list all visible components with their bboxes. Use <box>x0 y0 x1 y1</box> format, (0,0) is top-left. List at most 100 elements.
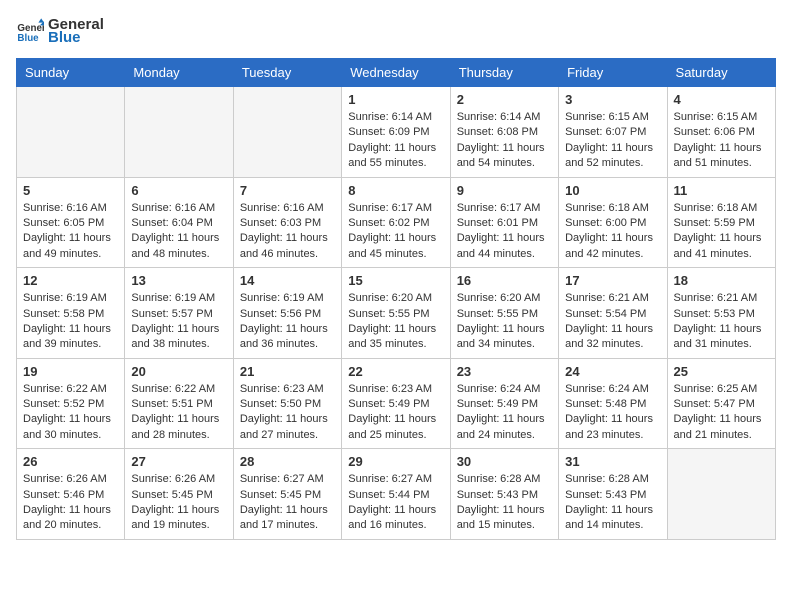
calendar-cell: 20Sunrise: 6:22 AMSunset: 5:51 PMDayligh… <box>125 358 233 449</box>
calendar-cell: 6 Sunrise: 6:16 AMSunset: 6:04 PMDaylight… <box>125 177 233 268</box>
day-number: 13 <box>131 273 226 288</box>
calendar-cell: 16Sunrise: 6:20 AMSunset: 5:55 PMDayligh… <box>450 268 558 359</box>
day-info: Sunrise: 6:24 AMSunset: 5:48 PMDaylight:… <box>565 382 660 444</box>
day-number: 15 <box>348 273 443 288</box>
day-number: 19 <box>23 364 118 379</box>
calendar: SundayMondayTuesdayWednesdayThursdayFrid… <box>16 58 776 540</box>
day-number: 28 <box>240 454 335 469</box>
week-row-5: 26 Sunrise: 6:26 AMSunset: 5:46 PMDayligh… <box>17 449 776 540</box>
day-info: Sunrise: 6:26 AMSunset: 5:46 PMDaylight:… <box>23 472 118 534</box>
day-info: Sunrise: 6:17 AMSunset: 6:02 PMDaylight:… <box>348 201 443 263</box>
day-number: 16 <box>457 273 552 288</box>
week-row-4: 19 Sunrise: 6:22 AMSunset: 5:52 PMDayligh… <box>17 358 776 449</box>
day-number: 11 <box>674 183 769 198</box>
day-number: 22 <box>348 364 443 379</box>
calendar-cell: 1 Sunrise: 6:14 AMSunset: 6:09 PMDaylight… <box>342 87 450 178</box>
calendar-cell: 12 Sunrise: 6:19 AMSunset: 5:58 PMDayligh… <box>17 268 125 359</box>
day-header-saturday: Saturday <box>667 59 775 87</box>
day-number: 1 <box>348 92 443 107</box>
day-info: Sunrise: 6:14 AMSunset: 6:09 PMDaylight:… <box>348 110 443 172</box>
day-number: 30 <box>457 454 552 469</box>
day-header-friday: Friday <box>559 59 667 87</box>
day-number: 24 <box>565 364 660 379</box>
day-number: 7 <box>240 183 335 198</box>
day-info: Sunrise: 6:23 AMSunset: 5:50 PMDaylight:… <box>240 382 335 444</box>
day-info: Sunrise: 6:18 AMSunset: 5:59 PMDaylight:… <box>674 201 769 263</box>
day-header-thursday: Thursday <box>450 59 558 87</box>
calendar-cell: 2Sunrise: 6:14 AMSunset: 6:08 PMDaylight… <box>450 87 558 178</box>
day-info: Sunrise: 6:25 AMSunset: 5:47 PMDaylight:… <box>674 382 769 444</box>
logo-icon: General Blue <box>16 17 44 45</box>
calendar-cell: 24 Sunrise: 6:24 AMSunset: 5:48 PMDayligh… <box>559 358 667 449</box>
calendar-cell: 22 Sunrise: 6:23 AMSunset: 5:49 PMDayligh… <box>342 358 450 449</box>
calendar-cell <box>667 449 775 540</box>
calendar-cell: 30 Sunrise: 6:28 AMSunset: 5:43 PMDayligh… <box>450 449 558 540</box>
calendar-cell: 17 Sunrise: 6:21 AMSunset: 5:54 PMDayligh… <box>559 268 667 359</box>
day-number: 2 <box>457 92 552 107</box>
calendar-cell: 18Sunrise: 6:21 AMSunset: 5:53 PMDayligh… <box>667 268 775 359</box>
day-info: Sunrise: 6:21 AMSunset: 5:54 PMDaylight:… <box>565 291 660 353</box>
day-headers-row: SundayMondayTuesdayWednesdayThursdayFrid… <box>17 59 776 87</box>
day-info: Sunrise: 6:19 AMSunset: 5:57 PMDaylight:… <box>131 291 226 353</box>
day-info: Sunrise: 6:16 AMSunset: 6:05 PMDaylight:… <box>23 201 118 263</box>
day-number: 8 <box>348 183 443 198</box>
logo: General Blue General Blue <box>16 16 104 46</box>
day-number: 31 <box>565 454 660 469</box>
calendar-cell <box>17 87 125 178</box>
calendar-cell: 11 Sunrise: 6:18 AMSunset: 5:59 PMDayligh… <box>667 177 775 268</box>
day-header-sunday: Sunday <box>17 59 125 87</box>
day-info: Sunrise: 6:17 AMSunset: 6:01 PMDaylight:… <box>457 201 552 263</box>
day-number: 25 <box>674 364 769 379</box>
day-info: Sunrise: 6:16 AMSunset: 6:03 PMDaylight:… <box>240 201 335 263</box>
calendar-cell: 7 Sunrise: 6:16 AMSunset: 6:03 PMDaylight… <box>233 177 341 268</box>
day-info: Sunrise: 6:23 AMSunset: 5:49 PMDaylight:… <box>348 382 443 444</box>
week-row-2: 5Sunrise: 6:16 AMSunset: 6:05 PMDaylight… <box>17 177 776 268</box>
calendar-cell <box>125 87 233 178</box>
calendar-cell: 3 Sunrise: 6:15 AMSunset: 6:07 PMDaylight… <box>559 87 667 178</box>
calendar-cell: 31 Sunrise: 6:28 AMSunset: 5:43 PMDayligh… <box>559 449 667 540</box>
day-number: 3 <box>565 92 660 107</box>
calendar-cell: 13 Sunrise: 6:19 AMSunset: 5:57 PMDayligh… <box>125 268 233 359</box>
day-header-tuesday: Tuesday <box>233 59 341 87</box>
day-info: Sunrise: 6:16 AMSunset: 6:04 PMDaylight:… <box>131 201 226 263</box>
day-number: 27 <box>131 454 226 469</box>
day-number: 6 <box>131 183 226 198</box>
calendar-cell: 28 Sunrise: 6:27 AMSunset: 5:45 PMDayligh… <box>233 449 341 540</box>
day-number: 12 <box>23 273 118 288</box>
day-number: 9 <box>457 183 552 198</box>
calendar-cell: 15 Sunrise: 6:20 AMSunset: 5:55 PMDayligh… <box>342 268 450 359</box>
day-info: Sunrise: 6:15 AMSunset: 6:07 PMDaylight:… <box>565 110 660 172</box>
week-row-1: 1 Sunrise: 6:14 AMSunset: 6:09 PMDaylight… <box>17 87 776 178</box>
calendar-cell: 29 Sunrise: 6:27 AMSunset: 5:44 PMDayligh… <box>342 449 450 540</box>
day-number: 21 <box>240 364 335 379</box>
calendar-cell: 26 Sunrise: 6:26 AMSunset: 5:46 PMDayligh… <box>17 449 125 540</box>
day-number: 18 <box>674 273 769 288</box>
day-number: 29 <box>348 454 443 469</box>
day-header-wednesday: Wednesday <box>342 59 450 87</box>
svg-text:Blue: Blue <box>17 33 39 44</box>
day-info: Sunrise: 6:15 AMSunset: 6:06 PMDaylight:… <box>674 110 769 172</box>
calendar-cell: 8 Sunrise: 6:17 AMSunset: 6:02 PMDaylight… <box>342 177 450 268</box>
day-info: Sunrise: 6:22 AMSunset: 5:52 PMDaylight:… <box>23 382 118 444</box>
day-number: 17 <box>565 273 660 288</box>
calendar-cell: 5Sunrise: 6:16 AMSunset: 6:05 PMDaylight… <box>17 177 125 268</box>
calendar-cell: 19 Sunrise: 6:22 AMSunset: 5:52 PMDayligh… <box>17 358 125 449</box>
day-info: Sunrise: 6:27 AMSunset: 5:44 PMDaylight:… <box>348 472 443 534</box>
day-info: Sunrise: 6:18 AMSunset: 6:00 PMDaylight:… <box>565 201 660 263</box>
page-header: General Blue General Blue <box>16 16 776 46</box>
day-info: Sunrise: 6:22 AMSunset: 5:51 PMDaylight:… <box>131 382 226 444</box>
day-info: Sunrise: 6:20 AMSunset: 5:55 PMDaylight:… <box>348 291 443 353</box>
day-info: Sunrise: 6:28 AMSunset: 5:43 PMDaylight:… <box>457 472 552 534</box>
day-number: 26 <box>23 454 118 469</box>
day-info: Sunrise: 6:26 AMSunset: 5:45 PMDaylight:… <box>131 472 226 534</box>
day-info: Sunrise: 6:28 AMSunset: 5:43 PMDaylight:… <box>565 472 660 534</box>
calendar-cell <box>233 87 341 178</box>
day-number: 14 <box>240 273 335 288</box>
day-info: Sunrise: 6:19 AMSunset: 5:58 PMDaylight:… <box>23 291 118 353</box>
day-header-monday: Monday <box>125 59 233 87</box>
calendar-cell: 27 Sunrise: 6:26 AMSunset: 5:45 PMDayligh… <box>125 449 233 540</box>
day-info: Sunrise: 6:24 AMSunset: 5:49 PMDaylight:… <box>457 382 552 444</box>
day-number: 4 <box>674 92 769 107</box>
calendar-cell: 14Sunrise: 6:19 AMSunset: 5:56 PMDayligh… <box>233 268 341 359</box>
day-info: Sunrise: 6:27 AMSunset: 5:45 PMDaylight:… <box>240 472 335 534</box>
